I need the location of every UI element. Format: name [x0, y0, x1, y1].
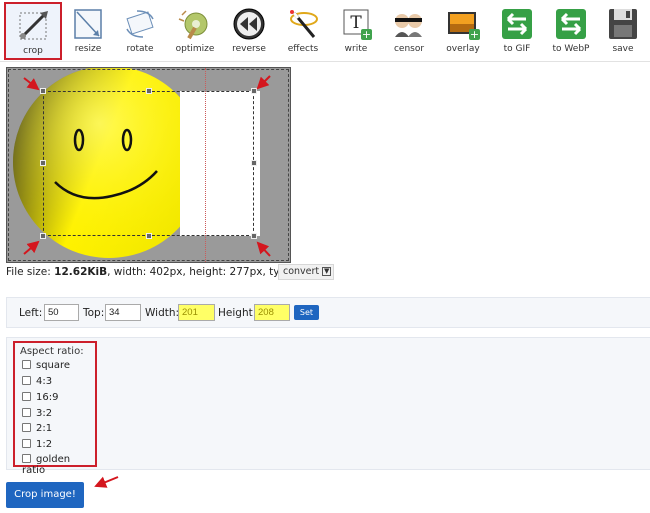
to-gif-icon [502, 9, 532, 39]
tool-label: crop [23, 46, 43, 56]
effects-icon [290, 10, 318, 38]
to-webp-icon [556, 9, 586, 39]
tool-to-gif[interactable]: to GIF [490, 2, 544, 60]
tool-label: to WebP [552, 44, 590, 54]
option-label: 3:2 [36, 408, 53, 419]
option-label: 4:3 [36, 376, 53, 387]
aspect-option-3-2[interactable]: 3:2 [22, 408, 52, 421]
aspect-option-golden-ratio[interactable]: golden ratio [22, 454, 95, 476]
tool-crop[interactable]: crop [4, 2, 62, 60]
aspect-option-4-3[interactable]: 4:3 [22, 376, 52, 389]
overlay-icon: + [448, 12, 480, 41]
tool-label: save [612, 44, 634, 54]
checkbox[interactable] [22, 439, 31, 448]
aspect-ratio-panel [6, 337, 650, 470]
height-label: Height: [218, 307, 257, 319]
convert-label: convert [283, 266, 320, 277]
tool-label: censor [393, 44, 425, 54]
checkbox[interactable] [22, 408, 31, 417]
arrow-crop-button [94, 476, 119, 488]
svg-text:+: + [362, 28, 371, 41]
tool-label: optimize [175, 44, 215, 54]
crop-icon [19, 11, 48, 40]
aspect-option-square[interactable]: square [22, 360, 70, 373]
option-label: 16:9 [36, 392, 59, 403]
width-label: Width: [145, 307, 180, 319]
crop-coordinates-panel: Left: Top: Width: Height: Set [6, 297, 650, 328]
tool-rotate[interactable]: rotate [114, 2, 166, 60]
resize-icon [74, 9, 102, 39]
svg-text:+: + [470, 28, 479, 41]
set-button[interactable]: Set [294, 305, 319, 320]
option-label: 1:2 [36, 439, 53, 450]
tool-label: overlay [446, 44, 480, 54]
tool-label: rotate [126, 44, 154, 54]
svg-text:T: T [350, 13, 362, 33]
file-size-value: 12.62KiB [54, 266, 108, 278]
tool-reverse[interactable]: reverse [224, 2, 274, 60]
tool-resize[interactable]: resize [64, 2, 112, 60]
tool-write[interactable]: T + write [332, 2, 380, 60]
image-canvas[interactable] [6, 67, 291, 263]
download-icon: ▼ [322, 267, 332, 276]
aspect-option-1-2[interactable]: 1:2 [22, 439, 52, 452]
checkbox[interactable] [22, 423, 31, 432]
save-icon [609, 9, 637, 39]
censor-icon [395, 14, 422, 37]
canvas-outline [8, 69, 289, 261]
left-input[interactable] [44, 304, 79, 321]
tool-save[interactable]: save [600, 2, 646, 60]
checkbox[interactable] [22, 376, 31, 385]
file-info: File size: 12.62KiB, width: 402px, heigh… [6, 266, 316, 278]
tool-overlay[interactable]: + overlay [438, 2, 488, 60]
checkbox[interactable] [22, 360, 31, 369]
tool-label: effects [287, 44, 319, 54]
width-input[interactable] [178, 304, 215, 321]
left-label: Left: [19, 307, 43, 319]
convert-button[interactable]: convert ▼ [278, 264, 335, 280]
aspect-option-2-1[interactable]: 2:1 [22, 423, 52, 436]
toolbar: crop resize rotate optimize reverse effe… [0, 0, 650, 62]
crop-image-button[interactable]: Crop image! [6, 482, 84, 508]
tool-label: reverse [232, 44, 266, 54]
checkbox[interactable] [22, 454, 31, 463]
option-label: square [36, 360, 71, 371]
aspect-option-16-9[interactable]: 16:9 [22, 392, 58, 405]
reverse-icon [233, 8, 265, 40]
aspect-ratio-title: Aspect ratio: [20, 346, 84, 357]
height-input[interactable] [254, 304, 290, 321]
rotate-icon [126, 10, 154, 38]
tool-to-webp[interactable]: to WebP [546, 2, 596, 60]
aspect-ratio-group: Aspect ratio: square 4:3 16:9 3:2 2:1 1:… [13, 341, 97, 476]
tool-label: to GIF [503, 44, 531, 54]
file-size-label: File size: [6, 266, 51, 278]
top-label: Top: [83, 307, 105, 319]
optimize-icon [178, 10, 208, 40]
tool-effects[interactable]: effects [276, 2, 330, 60]
tool-label: resize [74, 44, 102, 54]
tool-censor[interactable]: censor [382, 2, 436, 60]
tool-label: write [344, 44, 368, 54]
tool-optimize[interactable]: optimize [168, 2, 222, 60]
top-input[interactable] [105, 304, 141, 321]
write-icon: T + [343, 9, 372, 41]
option-label: 2:1 [36, 423, 53, 434]
checkbox[interactable] [22, 392, 31, 401]
